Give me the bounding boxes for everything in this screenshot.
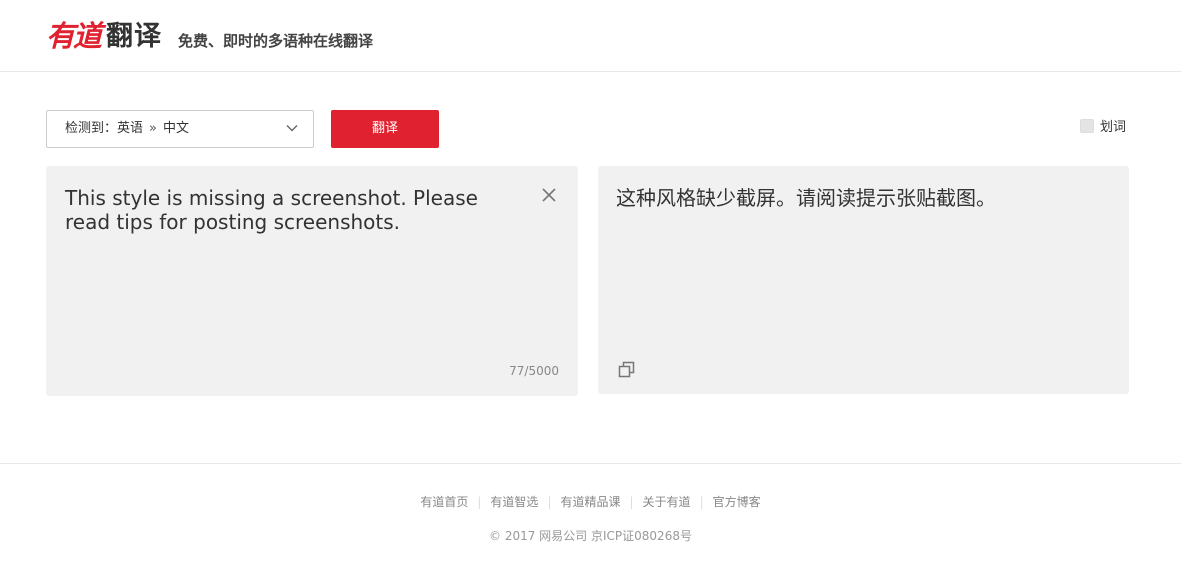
language-select[interactable]: 检测到：英语 » 中文: [46, 110, 314, 148]
footer-link-about[interactable]: 关于有道: [643, 495, 691, 509]
source-input[interactable]: This style is missing a screenshot. Plea…: [65, 186, 517, 234]
translate-button[interactable]: 翻译: [331, 110, 439, 148]
copyright: © 2017 网易公司 京ICP证080268号: [489, 529, 692, 543]
tagline: 免费、即时的多语种在线翻译: [178, 32, 374, 50]
word-pick-toggle[interactable]: 划词: [1080, 119, 1126, 137]
footer-divider-bar: |: [629, 495, 634, 509]
language-target: 中文: [162, 121, 189, 136]
language-detected: 检测到：英语: [65, 121, 144, 136]
footer-links: 有道首页 | 有道智选 | 有道精品课 | 关于有道 | 官方博客: [0, 494, 1181, 510]
header: 有道 翻译 免费、即时的多语种在线翻译: [0, 0, 1181, 72]
language-separator: »: [149, 121, 157, 136]
logo-product[interactable]: 翻译: [106, 19, 162, 55]
footer-divider-bar: |: [477, 495, 482, 509]
footer-link-courses[interactable]: 有道精品课: [560, 495, 620, 509]
footer-link-zhixuan[interactable]: 有道智选: [490, 495, 538, 509]
source-panel: This style is missing a screenshot. Plea…: [46, 166, 578, 396]
close-icon[interactable]: [540, 186, 558, 204]
char-count: 77/5000: [509, 364, 559, 378]
translation-output: 这种风格缺少截屏。请阅读提示张贴截图。: [616, 186, 996, 210]
footer-divider-bar: |: [699, 495, 704, 509]
word-pick-checkbox[interactable]: [1080, 119, 1094, 133]
chevron-down-icon: [286, 125, 298, 132]
footer-divider-bar: |: [547, 495, 552, 509]
target-panel: 这种风格缺少截屏。请阅读提示张贴截图。: [598, 166, 1129, 394]
word-pick-label: 划词: [1100, 120, 1127, 135]
footer-divider: [0, 463, 1181, 464]
footer-link-home[interactable]: 有道首页: [420, 495, 468, 509]
logo-brand[interactable]: 有道: [46, 18, 102, 54]
footer-link-blog[interactable]: 官方博客: [713, 495, 761, 509]
copy-icon[interactable]: [618, 361, 636, 379]
